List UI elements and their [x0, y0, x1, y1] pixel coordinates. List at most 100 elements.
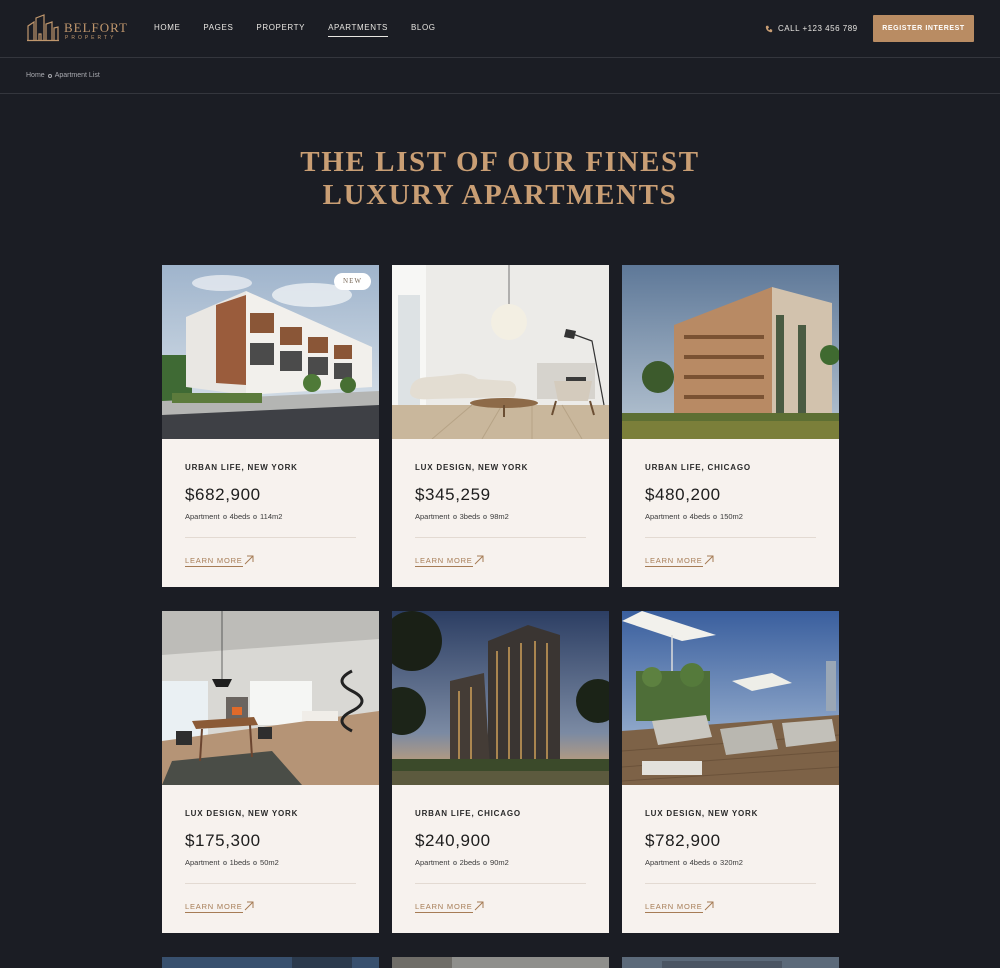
nav-pages[interactable]: PAGES	[203, 23, 233, 37]
nav-blog[interactable]: BLOG	[411, 23, 436, 37]
listing-area: 98m2	[490, 512, 509, 521]
separator-dot-icon	[682, 514, 687, 519]
breadcrumb-home[interactable]: Home	[26, 72, 45, 79]
nav-apartments[interactable]: APARTMENTS	[328, 23, 388, 37]
listing-area: 90m2	[490, 858, 509, 867]
apartment-photo-dining-room[interactable]	[162, 611, 379, 785]
phone-icon	[765, 25, 773, 32]
card-divider	[415, 537, 586, 538]
breadcrumb-separator-icon	[47, 73, 52, 78]
card-divider	[415, 883, 586, 884]
listing-price: $240,900	[415, 831, 491, 850]
apartment-card[interactable]: LUX DESIGN, NEW YORK $345,259 Apartment …	[392, 265, 609, 587]
arrow-up-right-icon[interactable]	[704, 555, 714, 565]
learn-more-link[interactable]: LEARN MORE	[645, 902, 703, 913]
breadcrumb-bar: Home Apartment List	[0, 58, 1000, 94]
separator-dot-icon	[682, 860, 687, 865]
separator-dot-icon	[222, 860, 227, 865]
apartment-card[interactable]: URBAN LIFE, CHICAGO $480,200 Apartment 4…	[622, 265, 839, 587]
apartment-photo-rooftop-terrace[interactable]	[622, 611, 839, 785]
apartment-card-peek[interactable]	[162, 956, 379, 968]
brand-logo[interactable]: BELFORT PROPERTY	[26, 14, 129, 44]
listing-area: 320m2	[720, 858, 743, 867]
call-label: CALL +123 456 789	[778, 24, 858, 33]
separator-dot-icon	[222, 514, 227, 519]
apartment-card[interactable]: LUX DESIGN, NEW YORK $175,300 Apartment …	[162, 611, 379, 933]
apartment-card[interactable]: URBAN LIFE, CHICAGO $240,900 Apartment 2…	[392, 611, 609, 933]
page-title-line-2: LUXURY APARTMENTS	[322, 179, 678, 211]
call-link[interactable]: CALL +123 456 789	[765, 24, 858, 33]
apartment-photo-townhouse[interactable]: NEW	[162, 265, 379, 439]
arrow-up-right-icon[interactable]	[244, 901, 254, 911]
arrow-up-right-icon[interactable]	[474, 555, 484, 565]
breadcrumb: Home Apartment List	[26, 72, 100, 79]
listing-area: 50m2	[260, 858, 279, 867]
listing-price: $480,200	[645, 485, 721, 504]
listing-beds: 4beds	[229, 512, 251, 521]
listing-price: $782,900	[645, 831, 721, 850]
brand-name: BELFORT	[64, 20, 129, 35]
arrow-up-right-icon[interactable]	[704, 901, 714, 911]
listing-specs: Apartment 4beds 150m2	[645, 512, 743, 521]
learn-more-link[interactable]: LEARN MORE	[645, 556, 703, 567]
listing-location: URBAN LIFE, CHICAGO	[645, 463, 751, 472]
listing-area: 114m2	[260, 512, 283, 521]
listing-location: LUX DESIGN, NEW YORK	[415, 463, 529, 472]
separator-dot-icon	[713, 860, 718, 865]
nav-property[interactable]: PROPERTY	[256, 23, 305, 37]
apartment-card[interactable]: LUX DESIGN, NEW YORK $782,900 Apartment …	[622, 611, 839, 933]
separator-dot-icon	[483, 514, 488, 519]
page-title-line-1: THE LIST OF OUR FINEST	[300, 146, 700, 178]
listing-specs: Apartment 4beds 114m2	[185, 512, 282, 521]
apartment-photo-living-room[interactable]	[392, 265, 609, 439]
listing-specs: Apartment 3beds 98m2	[415, 512, 509, 521]
listing-beds: 3beds	[459, 512, 481, 521]
listing-type: Apartment	[645, 512, 680, 521]
separator-dot-icon	[713, 514, 718, 519]
nav-home[interactable]: HOME	[154, 23, 180, 37]
card-divider	[645, 537, 816, 538]
listing-type: Apartment	[415, 512, 450, 521]
listing-beds: 4beds	[689, 512, 711, 521]
listing-price: $682,900	[185, 485, 261, 504]
card-divider	[185, 537, 356, 538]
learn-more-link[interactable]: LEARN MORE	[185, 556, 243, 567]
separator-dot-icon	[452, 514, 457, 519]
apartment-photo-wooden-block[interactable]	[622, 265, 839, 439]
apartment-card-peek[interactable]	[622, 956, 839, 968]
listing-location: URBAN LIFE, CHICAGO	[415, 809, 521, 818]
listing-specs: Apartment 1beds 50m2	[185, 858, 279, 867]
apartment-photo-high-rise[interactable]	[392, 611, 609, 785]
card-divider	[185, 883, 356, 884]
listing-location: LUX DESIGN, NEW YORK	[185, 809, 299, 818]
learn-more-link[interactable]: LEARN MORE	[415, 556, 473, 567]
learn-more-link[interactable]: LEARN MORE	[415, 902, 473, 913]
learn-more-link[interactable]: LEARN MORE	[185, 902, 243, 913]
listing-area: 150m2	[720, 512, 743, 521]
main-nav: HOME PAGES PROPERTY APARTMENTS BLOG	[154, 23, 459, 37]
listing-type: Apartment	[185, 512, 220, 521]
listing-specs: Apartment 2beds 90m2	[415, 858, 509, 867]
listing-type: Apartment	[185, 858, 220, 867]
listing-price: $175,300	[185, 831, 261, 850]
listing-beds: 4beds	[689, 858, 711, 867]
arrow-up-right-icon[interactable]	[474, 901, 484, 911]
listing-location: URBAN LIFE, NEW YORK	[185, 463, 298, 472]
new-badge: NEW	[334, 273, 371, 290]
listing-beds: 1beds	[229, 858, 251, 867]
listing-type: Apartment	[645, 858, 680, 867]
arrow-up-right-icon[interactable]	[244, 555, 254, 565]
breadcrumb-current: Apartment List	[54, 72, 100, 79]
listing-type: Apartment	[415, 858, 450, 867]
register-interest-button[interactable]: REGISTER INTEREST	[873, 15, 974, 42]
brand-subtitle: PROPERTY	[65, 35, 117, 41]
separator-dot-icon	[253, 514, 258, 519]
listing-beds: 2beds	[459, 858, 481, 867]
separator-dot-icon	[452, 860, 457, 865]
apartment-card-peek[interactable]	[392, 956, 609, 968]
apartment-card[interactable]: NEW URBAN LIFE, NEW YORK $682,900 Apartm…	[162, 265, 379, 587]
page-title: THE LIST OF OUR FINEST LUXURY APARTMENTS	[0, 146, 1000, 212]
listing-price: $345,259	[415, 485, 491, 504]
listing-location: LUX DESIGN, NEW YORK	[645, 809, 759, 818]
separator-dot-icon	[253, 860, 258, 865]
